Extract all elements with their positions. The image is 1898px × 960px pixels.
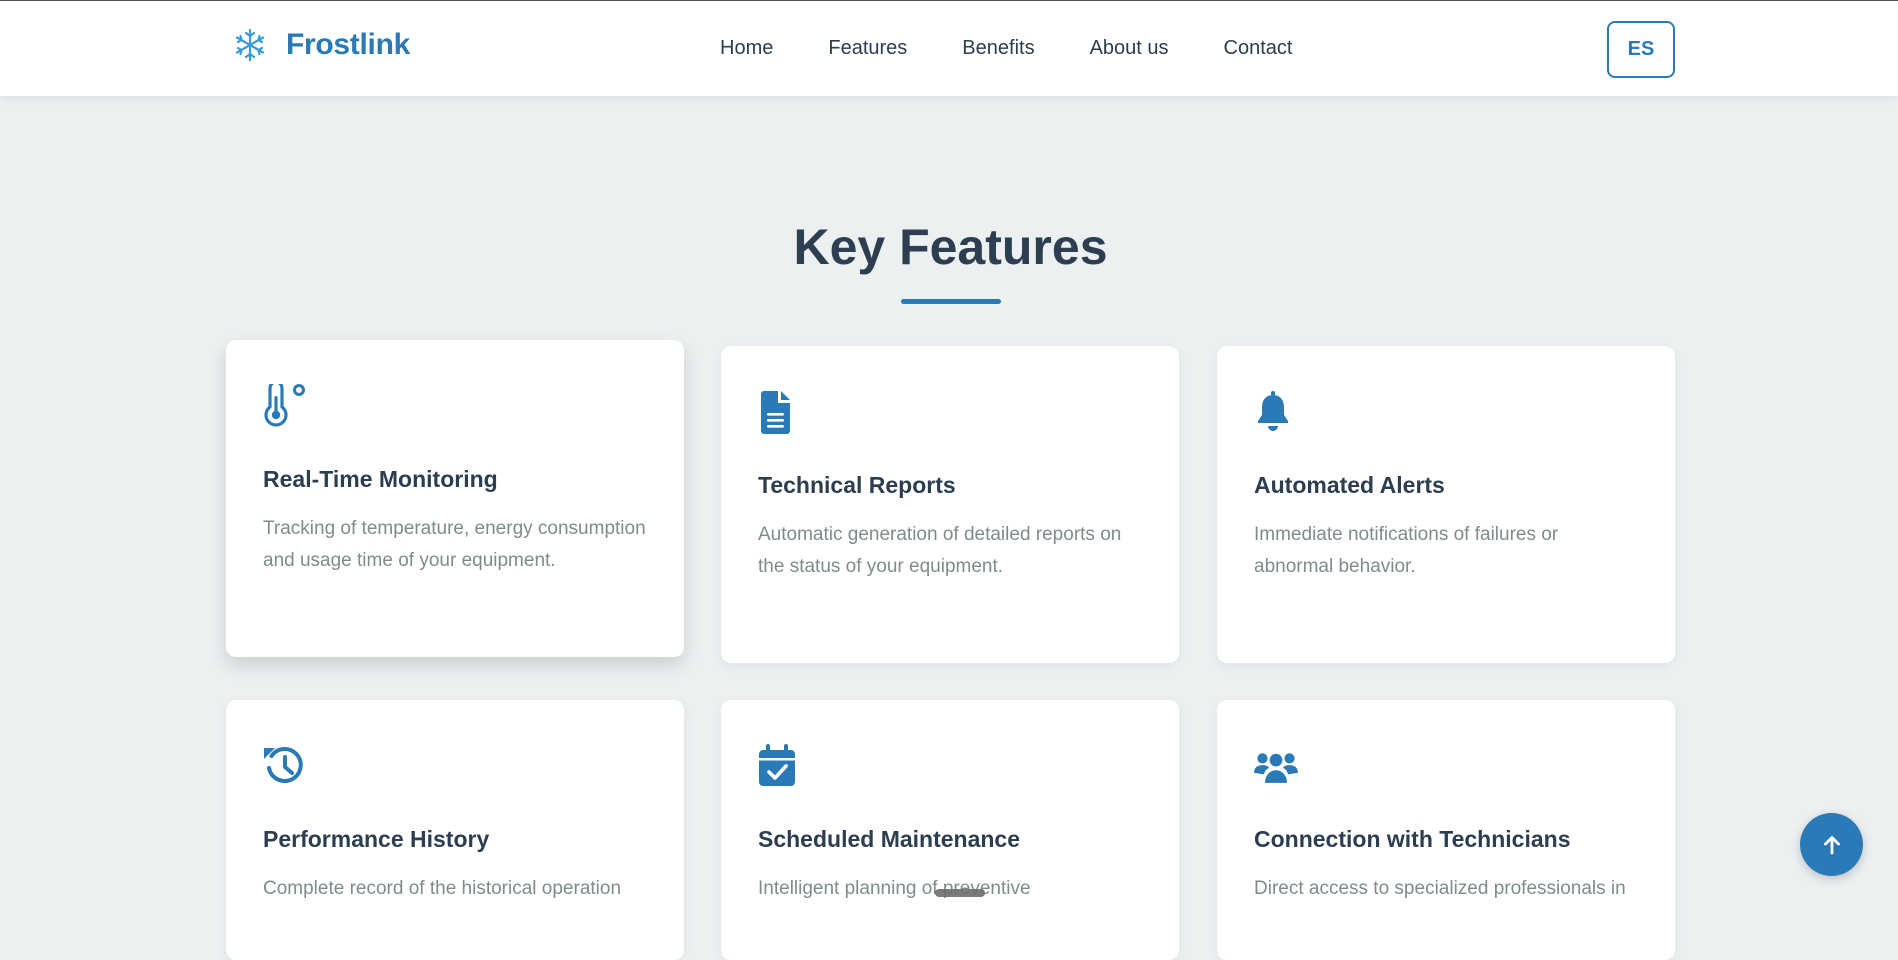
scroll-to-top-button[interactable] (1800, 813, 1863, 876)
feature-title: Scheduled Maintenance (758, 826, 1021, 852)
feature-description: Tracking of temperature, energy consumpt… (263, 518, 646, 571)
feature-description: Complete record of the historical operat… (263, 878, 622, 899)
feature-card-automated-alerts[interactable]: Automated Alerts Immediate notifications… (1217, 346, 1675, 663)
feature-description: Immediate notifications of failures or a… (1254, 524, 1559, 577)
feature-card-performance-history[interactable]: Performance History Complete record of t… (226, 700, 684, 960)
feature-card-scheduled-maintenance[interactable]: Scheduled Maintenance Intelligent planni… (721, 700, 1179, 960)
feature-title: Technical Reports (758, 472, 956, 498)
feature-title: Real-Time Monitoring (263, 466, 498, 492)
feature-card-technical-reports[interactable]: Technical Reports Automatic generation o… (721, 346, 1179, 663)
nav-contact[interactable]: Contact (1224, 37, 1293, 60)
feature-title: Performance History (263, 826, 490, 852)
arrow-up-icon (1823, 835, 1840, 854)
thermometer-icon (264, 384, 305, 427)
feature-card-real-time-monitoring[interactable]: Real-Time Monitoring Tracking of tempera… (226, 340, 684, 657)
nav-about-us[interactable]: About us (1090, 37, 1169, 60)
language-toggle-button[interactable]: ES (1607, 21, 1675, 78)
calendar-check-icon (759, 744, 795, 786)
main-nav: Home Features Benefits About us Contact (720, 37, 1347, 60)
users-icon (1254, 753, 1298, 783)
feature-description: Direct access to specialized professiona… (1254, 878, 1626, 899)
bell-icon (1258, 391, 1288, 431)
feature-title: Automated Alerts (1254, 472, 1445, 498)
scroll-indicator[interactable] (935, 889, 985, 897)
snowflake-icon (235, 28, 265, 62)
nav-benefits[interactable]: Benefits (962, 37, 1034, 60)
feature-description: Automatic generation of detailed reports… (758, 524, 1122, 577)
brand-logo[interactable]: Frostlink (232, 27, 410, 63)
nav-home[interactable]: Home (720, 37, 773, 60)
feature-card-connection-with-technicians[interactable]: Connection with Technicians Direct acces… (1217, 700, 1675, 960)
file-icon (761, 391, 790, 434)
feature-title: Connection with Technicians (1254, 826, 1571, 852)
nav-features[interactable]: Features (828, 37, 907, 60)
site-header: Frostlink Home Features Benefits About u… (0, 1, 1898, 96)
section-title: Key Features (793, 219, 1108, 275)
history-icon (264, 747, 303, 783)
title-underline (901, 299, 1001, 304)
brand-name: Frostlink (286, 28, 410, 61)
